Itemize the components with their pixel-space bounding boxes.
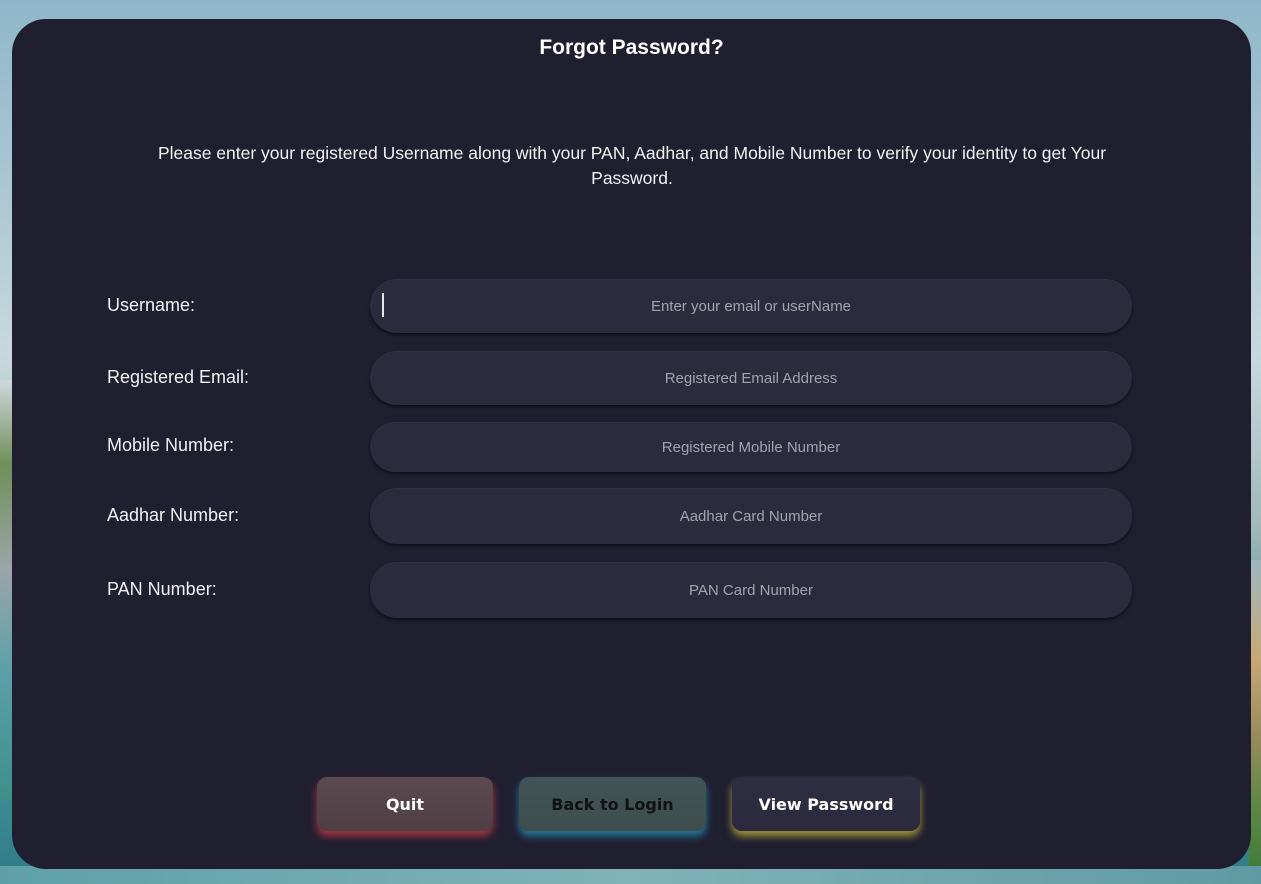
registered-email-input[interactable] (370, 351, 1132, 405)
mobile-field-container (370, 422, 1132, 472)
back-to-login-button[interactable]: Back to Login (519, 777, 706, 831)
username-input[interactable] (370, 279, 1132, 333)
pan-field-container (370, 562, 1132, 618)
quit-button[interactable]: Quit (317, 777, 493, 831)
view-password-button[interactable]: View Password (732, 777, 920, 831)
instructions-text: Please enter your registered Username al… (157, 143, 1107, 188)
aadhar-number-label: Aadhar Number: (107, 505, 240, 525)
page-title: Forgot Password? (539, 36, 724, 59)
mobile-number-input[interactable] (370, 422, 1132, 472)
aadhar-field-container (370, 488, 1132, 544)
registered-email-label: Registered Email: (107, 367, 250, 387)
aadhar-number-input[interactable] (370, 488, 1132, 544)
pan-number-label: PAN Number: (107, 579, 217, 599)
username-field-container (370, 279, 1132, 333)
email-field-container (370, 351, 1132, 405)
mobile-number-label: Mobile Number: (107, 435, 235, 455)
forgot-password-panel: Forgot Password? Please enter your regis… (12, 19, 1251, 869)
text-caret (382, 293, 384, 317)
username-label: Username: (107, 295, 196, 315)
pan-number-input[interactable] (370, 562, 1132, 618)
